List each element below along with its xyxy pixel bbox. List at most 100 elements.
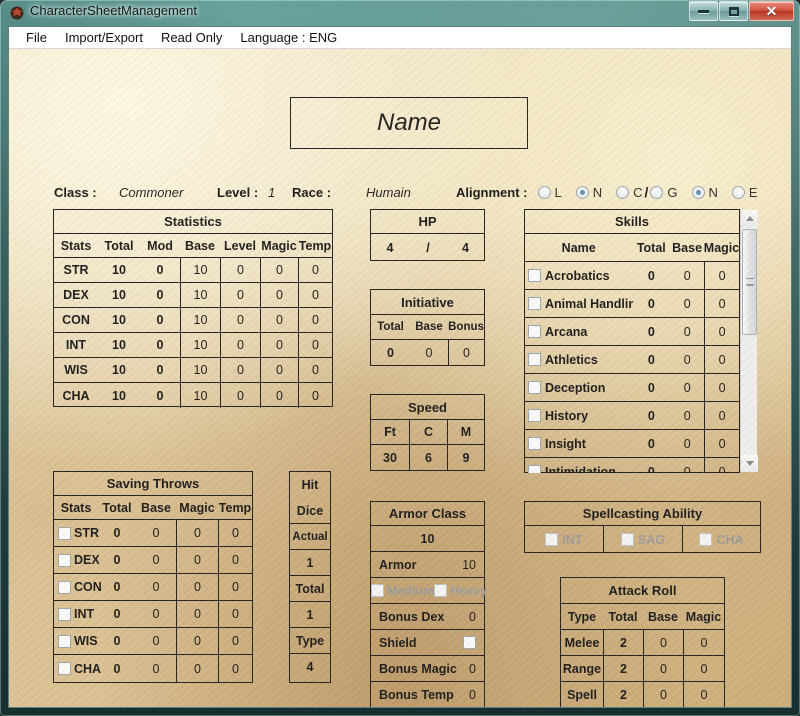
- speed-ft[interactable]: 30: [371, 445, 409, 470]
- table-row: CON 10 0 10 0 0 0: [54, 308, 332, 333]
- skill-checkbox[interactable]: [528, 269, 541, 282]
- hit-dice-type-value[interactable]: 4: [290, 654, 330, 680]
- stat-magic[interactable]: 0: [260, 258, 298, 282]
- save-temp[interactable]: 0: [218, 655, 252, 682]
- save-checkbox[interactable]: [58, 580, 71, 594]
- save-checkbox[interactable]: [58, 607, 71, 621]
- stat-base[interactable]: 10: [180, 333, 220, 357]
- skill-magic[interactable]: 0: [704, 430, 739, 457]
- save-temp[interactable]: 0: [218, 520, 252, 546]
- scroll-up-arrow-icon[interactable]: [741, 210, 758, 227]
- stat-level[interactable]: 0: [220, 383, 260, 408]
- skill-checkbox[interactable]: [528, 353, 541, 366]
- scroll-down-arrow-icon[interactable]: [741, 455, 758, 472]
- skill-magic[interactable]: 0: [704, 458, 739, 473]
- save-magic[interactable]: 0: [176, 655, 218, 682]
- alignment-radio-c[interactable]: C: [616, 185, 643, 200]
- stat-base[interactable]: 10: [180, 283, 220, 307]
- save-checkbox[interactable]: [58, 634, 71, 648]
- alignment-radio-l[interactable]: L: [537, 185, 562, 200]
- race-label: Race :: [292, 185, 332, 200]
- skill-magic[interactable]: 0: [704, 318, 739, 345]
- alignment-radio-e[interactable]: E: [731, 185, 758, 200]
- armor-value[interactable]: 10: [462, 558, 476, 572]
- stat-level[interactable]: 0: [220, 358, 260, 382]
- save-temp[interactable]: 0: [218, 628, 252, 654]
- save-checkbox[interactable]: [58, 526, 71, 540]
- initiative-bonus[interactable]: 0: [448, 340, 484, 365]
- skill-checkbox[interactable]: [528, 325, 541, 338]
- alignment-radio-n1[interactable]: N: [575, 185, 602, 200]
- stat-magic[interactable]: 0: [260, 358, 298, 382]
- skill-checkbox[interactable]: [528, 297, 541, 310]
- stat-magic[interactable]: 0: [260, 333, 298, 357]
- menu-item-import-export[interactable]: Import/Export: [56, 28, 152, 47]
- stat-level[interactable]: 0: [220, 333, 260, 357]
- save-temp[interactable]: 0: [218, 547, 252, 573]
- skill-checkbox[interactable]: [528, 465, 541, 473]
- menu-item-read-only[interactable]: Read Only: [152, 28, 231, 47]
- save-temp[interactable]: 0: [218, 601, 252, 627]
- title-bar[interactable]: CharacterSheetManagement ✕: [0, 0, 800, 26]
- hit-dice-total-value: 1: [290, 602, 330, 628]
- statistics-title: Statistics: [54, 210, 332, 234]
- alignment-radio-g[interactable]: G: [650, 185, 678, 200]
- stat-magic[interactable]: 0: [260, 308, 298, 332]
- menu-item-file[interactable]: File: [17, 28, 56, 47]
- stat-temp[interactable]: 0: [298, 333, 332, 357]
- skill-magic[interactable]: 0: [704, 402, 739, 429]
- character-name-field[interactable]: Name: [290, 97, 528, 149]
- stat-level[interactable]: 0: [220, 283, 260, 307]
- stat-level[interactable]: 0: [220, 258, 260, 282]
- save-magic[interactable]: 0: [176, 574, 218, 600]
- stat-temp[interactable]: 0: [298, 258, 332, 282]
- stat-temp[interactable]: 0: [298, 283, 332, 307]
- attack-magic[interactable]: 0: [683, 682, 724, 707]
- hp-current[interactable]: 4: [371, 234, 409, 261]
- col-level: Level: [224, 238, 256, 253]
- table-row: WIS 10 0 10 0 0 0: [54, 358, 332, 383]
- skill-magic[interactable]: 0: [704, 290, 739, 317]
- shield-checkbox[interactable]: [463, 636, 476, 649]
- stat-temp[interactable]: 0: [298, 308, 332, 332]
- stat-temp[interactable]: 0: [298, 358, 332, 382]
- minimize-button[interactable]: [689, 1, 718, 21]
- bonus-magic-value[interactable]: 0: [469, 662, 476, 676]
- save-magic[interactable]: 0: [176, 547, 218, 573]
- skills-scrollbar[interactable]: [740, 210, 758, 472]
- save-checkbox[interactable]: [58, 553, 71, 567]
- attack-magic[interactable]: 0: [683, 656, 724, 681]
- skill-checkbox[interactable]: [528, 409, 541, 422]
- skill-checkbox[interactable]: [528, 437, 541, 450]
- maximize-button[interactable]: [719, 1, 748, 21]
- stat-base[interactable]: 10: [180, 358, 220, 382]
- save-temp[interactable]: 0: [218, 574, 252, 600]
- stat-magic[interactable]: 0: [260, 383, 298, 408]
- skill-magic[interactable]: 0: [704, 346, 739, 373]
- save-magic[interactable]: 0: [176, 601, 218, 627]
- bonus-temp-value[interactable]: 0: [469, 688, 476, 702]
- skill-magic[interactable]: 0: [704, 262, 739, 289]
- skill-magic[interactable]: 0: [704, 374, 739, 401]
- stat-level[interactable]: 0: [220, 308, 260, 332]
- scrollbar-thumb[interactable]: [742, 229, 757, 335]
- initiative-title: Initiative: [371, 290, 484, 315]
- save-magic[interactable]: 0: [176, 520, 218, 546]
- list-item: Deception 0 0 0: [525, 374, 739, 402]
- skill-checkbox[interactable]: [528, 381, 541, 394]
- hp-max[interactable]: 4: [447, 234, 484, 261]
- stat-magic[interactable]: 0: [260, 283, 298, 307]
- table-row: DEX 0 0 0 0: [54, 547, 252, 574]
- stat-base[interactable]: 10: [180, 383, 220, 408]
- menu-item-language[interactable]: Language : ENG: [231, 28, 346, 47]
- spellcasting-option-sag: SAG: [603, 526, 682, 553]
- attack-magic[interactable]: 0: [683, 630, 724, 655]
- alignment-radio-n2[interactable]: N: [691, 185, 718, 200]
- save-checkbox[interactable]: [58, 662, 71, 675]
- stat-base[interactable]: 10: [180, 308, 220, 332]
- save-magic[interactable]: 0: [176, 628, 218, 654]
- hit-dice-actual-value[interactable]: 1: [290, 550, 330, 576]
- close-button[interactable]: ✕: [749, 1, 794, 21]
- stat-temp[interactable]: 0: [298, 383, 332, 408]
- stat-base[interactable]: 10: [180, 258, 220, 282]
